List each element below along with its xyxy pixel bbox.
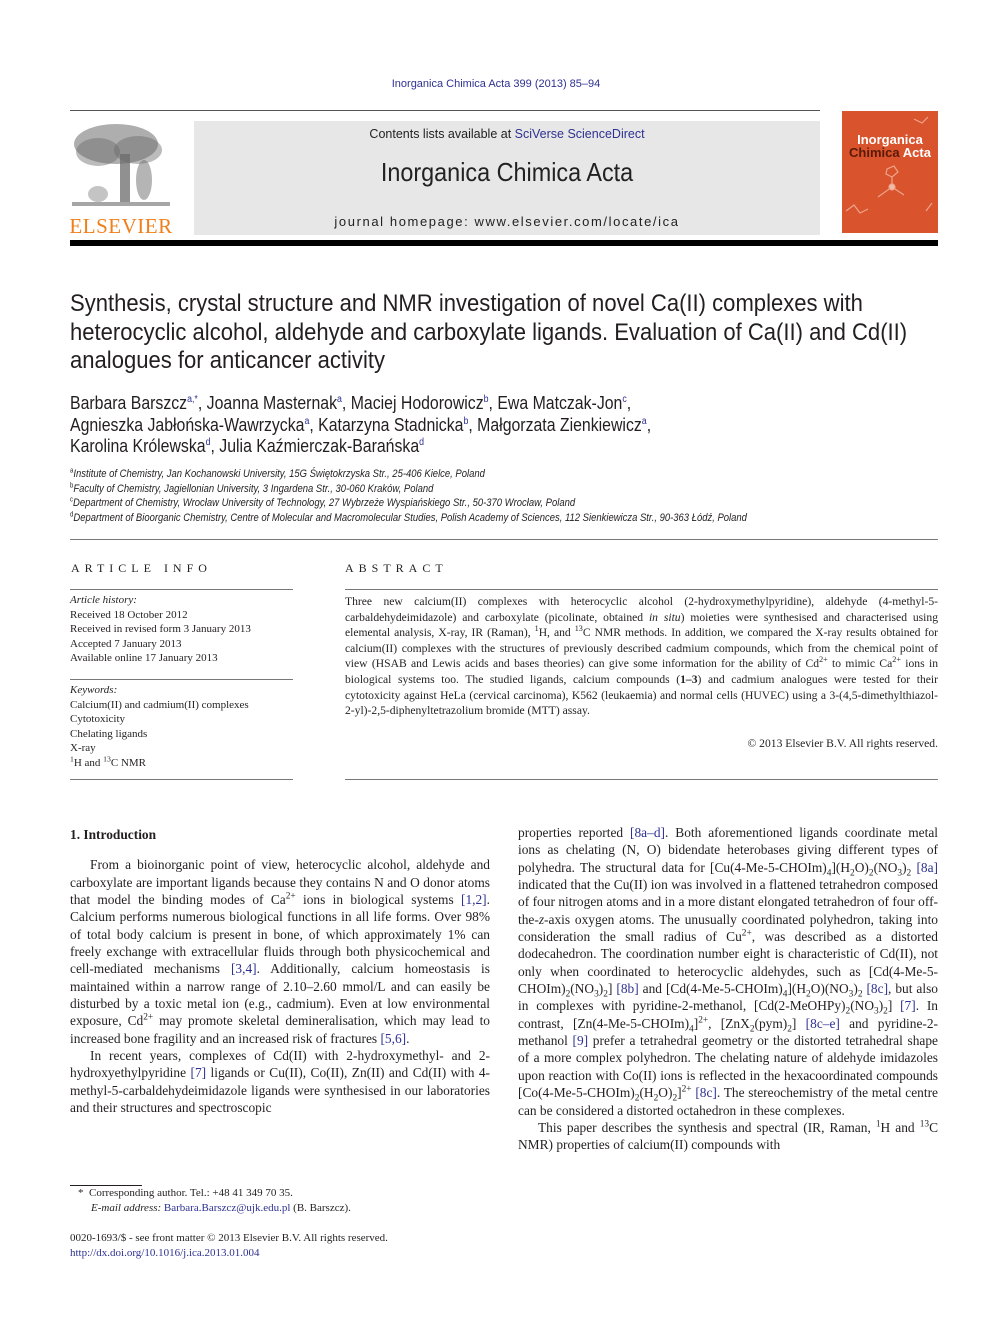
- author-affiliation-ref[interactable]: d: [206, 437, 211, 448]
- citation-link[interactable]: [3,4]: [231, 961, 257, 976]
- author[interactable]: Ewa Matczak-Jon: [497, 393, 622, 413]
- body-column-left: 1. Introduction From a bioinorganic poin…: [70, 826, 490, 1117]
- section-heading-introduction: 1. Introduction: [70, 827, 157, 842]
- author-list: Barbara Barszcza,*, Joanna Masternaka, M…: [70, 393, 652, 456]
- abstract-text: Three new calcium(II) complexes with het…: [345, 595, 939, 718]
- citation-link[interactable]: [8a]: [916, 860, 938, 875]
- abstract-rule: [345, 779, 938, 780]
- citation-link[interactable]: [7]: [900, 998, 916, 1013]
- author-affiliation-ref[interactable]: a: [642, 416, 647, 427]
- journal-name: Inorganica Chimica Acta: [380, 157, 634, 187]
- affiliation: bFaculty of Chemistry, Jagiellonian Univ…: [70, 482, 930, 497]
- affiliation: dDepartment of Bioorganic Chemistry, Cen…: [70, 511, 930, 526]
- journal-cover-image[interactable]: Inorganica Chimica Acta: [842, 111, 938, 233]
- corresponding-author-footnote: * Corresponding author. Tel.: +48 41 349…: [78, 1186, 498, 1216]
- affiliation-text: Institute of Chemistry, Jan Kochanowski …: [73, 468, 485, 480]
- history-item: Available online 17 January 2013: [70, 652, 218, 664]
- paragraph: This paper describes the synthesis and s…: [518, 1119, 938, 1153]
- article-history: Article history: Received 18 October 201…: [70, 593, 295, 666]
- affiliation: aInstitute of Chemistry, Jan Kochanowski…: [70, 467, 930, 482]
- text-fragment: properties reported: [518, 825, 631, 840]
- keyword: Calcium(II) and cadmium(II) complexes: [70, 698, 249, 711]
- author[interactable]: Maciej Hodorowicz: [351, 393, 484, 413]
- footnote-text: Corresponding author. Tel.: +48 41 349 7…: [89, 1187, 293, 1199]
- contents-line: Contents lists available at SciVerse Sci…: [194, 127, 820, 141]
- footnote-star: *: [78, 1187, 84, 1199]
- affiliation-text: Department of Bioorganic Chemistry, Cent…: [73, 511, 747, 524]
- citation-link[interactable]: [9]: [573, 1033, 589, 1048]
- doi-link[interactable]: http://dx.doi.org/10.1016/j.ica.2013.01.…: [70, 1247, 260, 1259]
- author-affiliation-ref[interactable]: b: [484, 394, 489, 405]
- email-suffix: (B. Barszcz).: [290, 1202, 351, 1214]
- footnote-line: * Corresponding author. Tel.: +48 41 349…: [78, 1186, 498, 1201]
- keyword: 1H and 13C NMR: [70, 753, 147, 769]
- abstract-rule: [345, 589, 938, 590]
- journal-banner: Contents lists available at SciVerse Sci…: [194, 121, 820, 235]
- author[interactable]: Agnieszka Jabłońska-Wawrzycka: [70, 415, 304, 435]
- author[interactable]: Joanna Masternak: [207, 393, 337, 413]
- citation-link[interactable]: [8a–d]: [630, 825, 665, 840]
- article-title: Synthesis, crystal structure and NMR inv…: [70, 290, 908, 374]
- header-thick-rule: [70, 240, 938, 246]
- citation-link[interactable]: [7]: [190, 1065, 206, 1080]
- affiliation-list: aInstitute of Chemistry, Jan Kochanowski…: [70, 467, 930, 525]
- email-link[interactable]: Barbara.Barszcz@ujk.edu.pl: [164, 1202, 291, 1214]
- sciencedirect-link[interactable]: SciVerse ScienceDirect: [515, 127, 645, 141]
- elsevier-tree-icon: [72, 124, 170, 206]
- paragraph-continued: properties reported [8a–d]. Both aforeme…: [518, 825, 939, 1118]
- email-label: E-mail address:: [91, 1202, 162, 1214]
- article-info-rule: [70, 679, 293, 680]
- keyword: Chelating ligands: [70, 727, 148, 740]
- author-affiliation-ref[interactable]: a,*: [187, 394, 198, 405]
- author[interactable]: Karolina Królewska: [70, 436, 206, 456]
- affiliation: cDepartment of Chemistry, Wrocław Univer…: [70, 496, 930, 511]
- elsevier-wordmark: ELSEVIER: [69, 214, 173, 238]
- contents-prefix: Contents lists available at: [369, 127, 515, 141]
- author[interactable]: Barbara Barszcz: [70, 393, 187, 413]
- footnote-email-line: E-mail address: Barbara.Barszcz@ujk.edu.…: [78, 1201, 498, 1216]
- header-rule: [70, 110, 820, 111]
- affiliation-rule: [70, 539, 938, 540]
- author-affiliation-ref[interactable]: a: [337, 394, 342, 405]
- front-matter: 0020-1693/$ - see front matter © 2013 El…: [70, 1231, 490, 1260]
- journal-reference-link[interactable]: Inorganica Chimica Acta 399 (2013) 85–94: [0, 78, 992, 90]
- author-affiliation-ref[interactable]: b: [463, 416, 468, 427]
- author[interactable]: Julia Kaźmierczak-Barańska: [219, 436, 419, 456]
- citation-link[interactable]: [5,6]: [380, 1031, 406, 1046]
- history-item: Received in revised form 3 January 2013: [70, 623, 251, 635]
- article-info-rule: [70, 779, 293, 780]
- citation-link[interactable]: [1,2]: [461, 892, 487, 907]
- article-info-rule: [70, 589, 293, 590]
- abstract-copyright: © 2013 Elsevier B.V. All rights reserved…: [747, 737, 938, 750]
- issn-line: 0020-1693/$ - see front matter © 2013 El…: [70, 1232, 388, 1244]
- citation-link[interactable]: [8c]: [866, 981, 888, 996]
- abstract-heading: ABSTRACT: [345, 561, 448, 575]
- keywords: Keywords: Calcium(II) and cadmium(II) co…: [70, 683, 295, 770]
- citation-link[interactable]: [8b]: [616, 981, 638, 996]
- author-affiliation-ref[interactable]: c: [622, 394, 626, 405]
- citation-link[interactable]: [8c]: [695, 1085, 717, 1100]
- journal-homepage-link[interactable]: journal homepage: www.elsevier.com/locat…: [194, 214, 820, 229]
- history-label: Article history:: [70, 594, 137, 606]
- affiliation-text: Department of Chemistry, Wrocław Univers…: [73, 497, 576, 509]
- body-column-right: properties reported [8a–d]. Both aforeme…: [518, 824, 938, 1154]
- keywords-label: Keywords:: [70, 684, 118, 696]
- paragraph: From a bioinorganic point of view, heter…: [70, 857, 491, 1046]
- history-item: Accepted 7 January 2013: [70, 637, 182, 650]
- paragraph: In recent years, complexes of Cd(II) wit…: [70, 1048, 490, 1116]
- author[interactable]: Katarzyna Stadnicka: [318, 415, 463, 435]
- affiliation-text: Faculty of Chemistry, Jagiellonian Unive…: [73, 482, 434, 495]
- author[interactable]: Małgorzata Zienkiewicz: [477, 415, 642, 435]
- author-affiliation-ref[interactable]: d: [419, 437, 424, 448]
- history-item: Received 18 October 2012: [70, 608, 188, 621]
- citation-link[interactable]: [8c–e]: [806, 1016, 840, 1031]
- cover-molecule-icon: [845, 116, 933, 214]
- article-info-heading: ARTICLE INFO: [71, 561, 212, 575]
- keyword: Cytotoxicity: [70, 713, 125, 725]
- author-affiliation-ref[interactable]: a: [304, 416, 309, 427]
- elsevier-logo[interactable]: ELSEVIER: [68, 120, 174, 238]
